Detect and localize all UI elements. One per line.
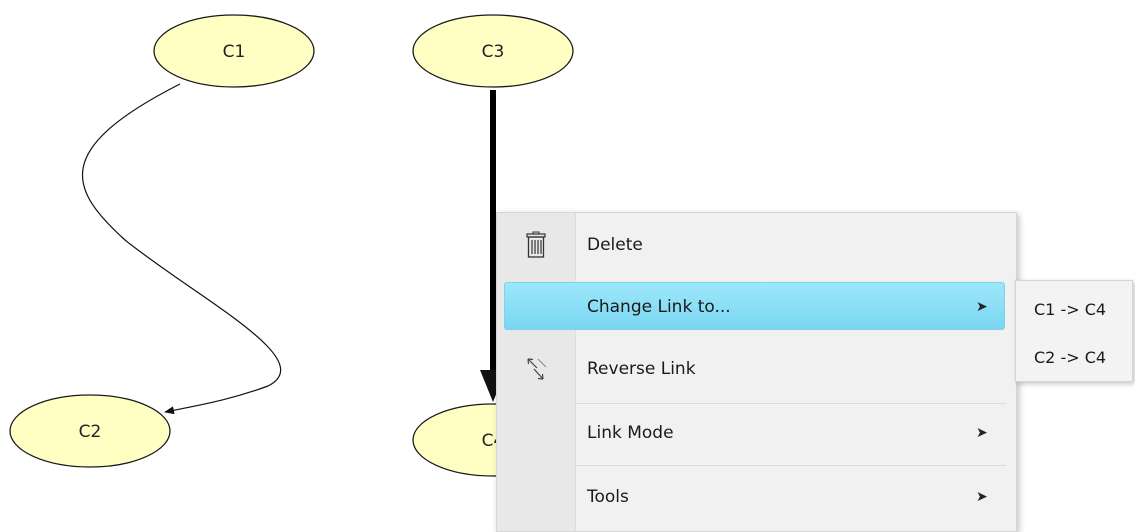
menu-item-change-link-label: Change Link to... [587, 297, 731, 317]
menu-item-delete-label: Delete [587, 235, 643, 255]
menu-item-tools[interactable]: Tools ➤ [497, 467, 1016, 527]
menu-item-reverse-link-label: Reverse Link [587, 359, 696, 379]
reverse-arrows-icon [497, 339, 575, 399]
submenu-arrow-icon: ➤ [976, 299, 988, 315]
edge-c1-c2[interactable] [81, 83, 282, 415]
menu-item-tools-label: Tools [587, 487, 629, 507]
node-c2[interactable]: C2 [9, 394, 171, 468]
node-c2-label: C2 [79, 422, 102, 442]
change-link-submenu: C1 -> C4 C2 -> C4 [1015, 280, 1133, 382]
context-menu: Delete Change Link to... ➤ Reverse Link … [496, 212, 1017, 532]
menu-separator [575, 465, 1006, 466]
trash-icon [497, 215, 575, 275]
menu-item-change-link[interactable]: Change Link to... ➤ [497, 277, 1016, 337]
node-c3[interactable]: C3 [412, 14, 574, 88]
submenu-arrow-icon: ➤ [976, 489, 988, 505]
submenu-item-c2-c4[interactable]: C2 -> C4 [1016, 333, 1132, 381]
node-c1-label: C1 [223, 42, 246, 62]
menu-item-delete[interactable]: Delete [497, 215, 1016, 275]
menu-item-link-mode[interactable]: Link Mode ➤ [497, 403, 1016, 463]
submenu-arrow-icon: ➤ [976, 425, 988, 441]
submenu-item-c1-c4[interactable]: C1 -> C4 [1016, 285, 1132, 333]
node-c3-label: C3 [482, 42, 505, 62]
menu-item-reverse-link[interactable]: Reverse Link [497, 339, 1016, 399]
menu-item-link-mode-label: Link Mode [587, 423, 674, 443]
node-c1[interactable]: C1 [153, 14, 315, 88]
